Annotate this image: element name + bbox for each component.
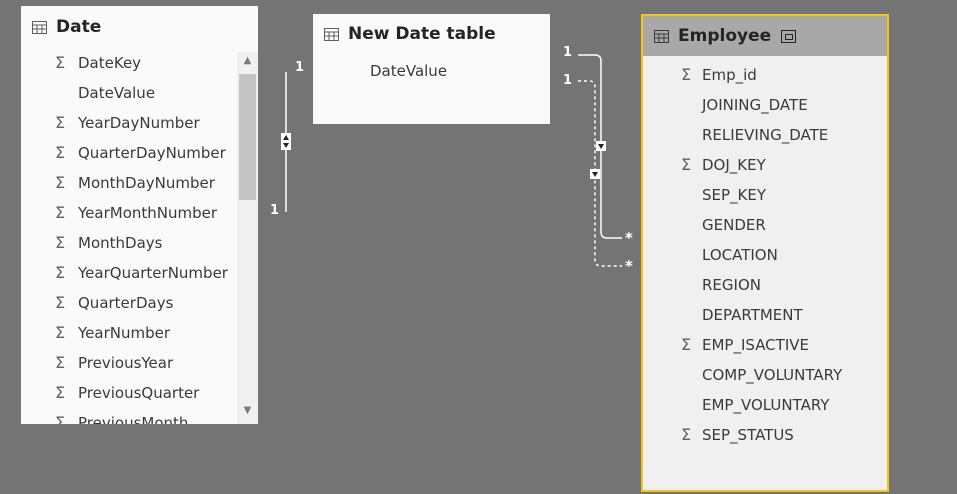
cardinality-label: 1 bbox=[563, 73, 573, 88]
cardinality-label: 1 bbox=[295, 60, 305, 75]
cardinality-label: 1 bbox=[270, 203, 280, 218]
relationship-lines bbox=[281, 54, 622, 267]
cardinality-label: * bbox=[625, 229, 633, 247]
cardinality-label: 1 bbox=[563, 45, 573, 60]
cardinality-label: * bbox=[625, 257, 633, 275]
